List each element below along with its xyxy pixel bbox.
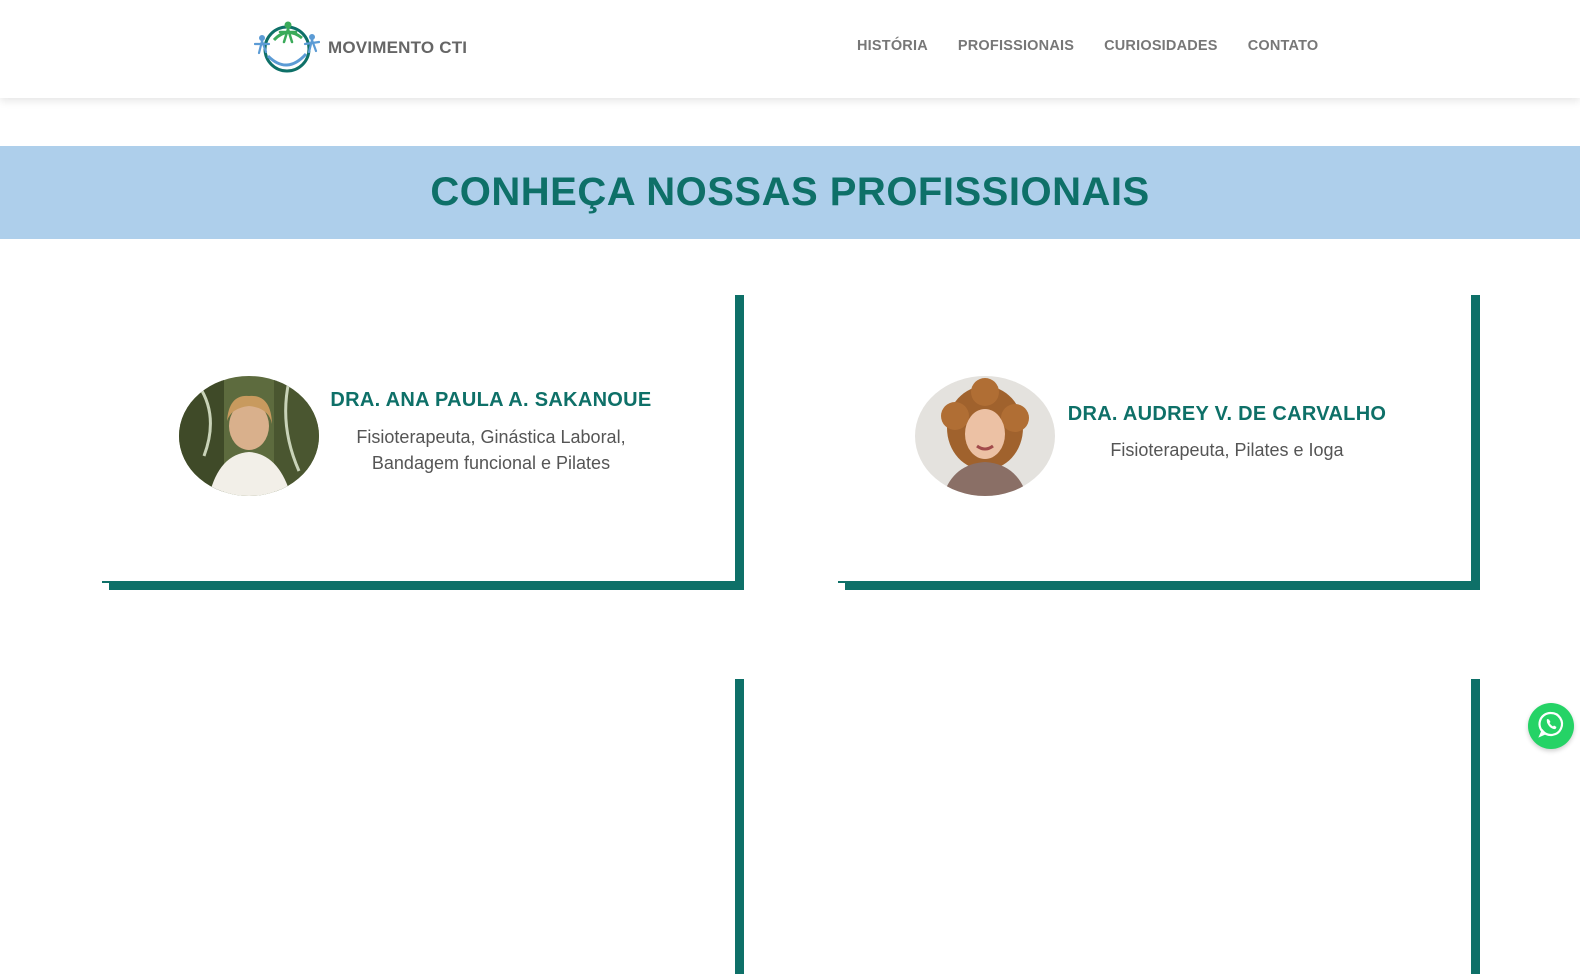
professional-card (838, 679, 1480, 974)
card-border-right (1471, 295, 1480, 590)
professional-card: DRA. ANA PAULA A. SAKANOUE Fisioterapeut… (102, 295, 744, 590)
brand-logo-link[interactable]: MOVIMENTO CTI (254, 20, 467, 76)
professional-name: DRA. AUDREY V. DE CARVALHO (1067, 403, 1387, 425)
professional-card (102, 679, 744, 974)
card-border-bottom (109, 581, 744, 590)
movimento-logo-icon (254, 20, 320, 76)
professional-role: Fisioterapeuta, Ginástica Laboral, Banda… (321, 424, 661, 476)
main-nav: HISTÓRIA PROFISSIONAIS CURIOSIDADES CONT… (857, 38, 1348, 54)
whatsapp-button[interactable] (1528, 703, 1574, 749)
nav-contato[interactable]: CONTATO (1248, 38, 1319, 54)
nav-curiosidades[interactable]: CURIOSIDADES (1104, 38, 1218, 54)
whatsapp-icon (1537, 710, 1565, 743)
professional-photo (915, 376, 1055, 496)
card-border-bottom (845, 581, 1480, 590)
brand-name: MOVIMENTO CTI (328, 38, 468, 57)
professional-role-line: Fisioterapeuta, Ginástica Laboral, (356, 427, 626, 447)
section-title: CONHEÇA NOSSAS PROFISSIONAIS (430, 170, 1150, 214)
card-border-right (1471, 679, 1480, 974)
site-header: MOVIMENTO CTI HISTÓRIA PROFISSIONAIS CUR… (0, 0, 1580, 98)
professional-role-line: Bandagem funcional e Pilates (371, 453, 611, 473)
section-banner: CONHEÇA NOSSAS PROFISSIONAIS (0, 146, 1580, 239)
professional-photo (179, 376, 319, 496)
professional-card: DRA. AUDREY V. DE CARVALHO Fisioterapeut… (838, 295, 1480, 590)
card-border-corner (838, 581, 846, 583)
professional-name: DRA. ANA PAULA A. SAKANOUE (330, 389, 652, 411)
card-border-right (735, 679, 744, 974)
nav-profissionais[interactable]: PROFISSIONAIS (958, 38, 1074, 54)
nav-historia[interactable]: HISTÓRIA (857, 38, 928, 54)
card-border-corner (102, 581, 110, 583)
card-border-right (735, 295, 744, 590)
professional-role: Fisioterapeuta, Pilates e Ioga (1110, 440, 1344, 460)
